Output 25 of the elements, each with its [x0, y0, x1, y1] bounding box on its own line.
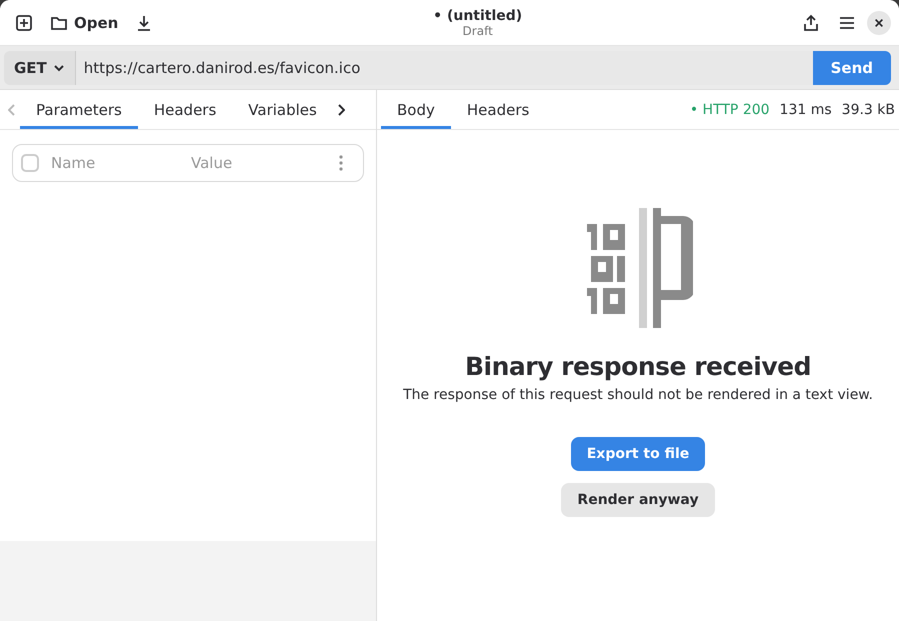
request-tab[interactable]: Variables [232, 90, 333, 129]
response-tab[interactable]: Headers [450, 90, 546, 129]
window-subtitle: Draft [462, 24, 493, 38]
response-tab[interactable]: Body [381, 90, 451, 129]
export-button[interactable]: Export to file [570, 437, 706, 471]
share-icon[interactable] [802, 14, 820, 32]
name-field[interactable]: Name [49, 153, 179, 173]
notice-title: Binary response received [465, 352, 811, 381]
more-options-icon[interactable] [339, 155, 343, 171]
render-button[interactable]: Render anyway [561, 483, 715, 517]
send-button[interactable]: Send [812, 50, 891, 84]
request-tab[interactable]: Headers [138, 90, 232, 129]
window-title: • (untitled) [433, 8, 522, 24]
plus-square-icon[interactable] [15, 14, 33, 32]
method-dropdown[interactable]: GET [4, 50, 76, 84]
close-button[interactable] [867, 10, 891, 34]
notice-message: The response of this request should not be rendered in a text view. [403, 387, 873, 403]
response-size: 39.3 kB [842, 102, 895, 118]
param-checkbox[interactable] [21, 154, 39, 172]
close-icon[interactable] [873, 16, 885, 28]
response-time: 131 ms [780, 102, 832, 118]
open-button[interactable]: Open [44, 6, 124, 38]
http-status: • HTTP 200 [690, 102, 770, 118]
value-field[interactable]: Value [189, 153, 329, 173]
chevron-right-icon[interactable] [336, 104, 345, 116]
